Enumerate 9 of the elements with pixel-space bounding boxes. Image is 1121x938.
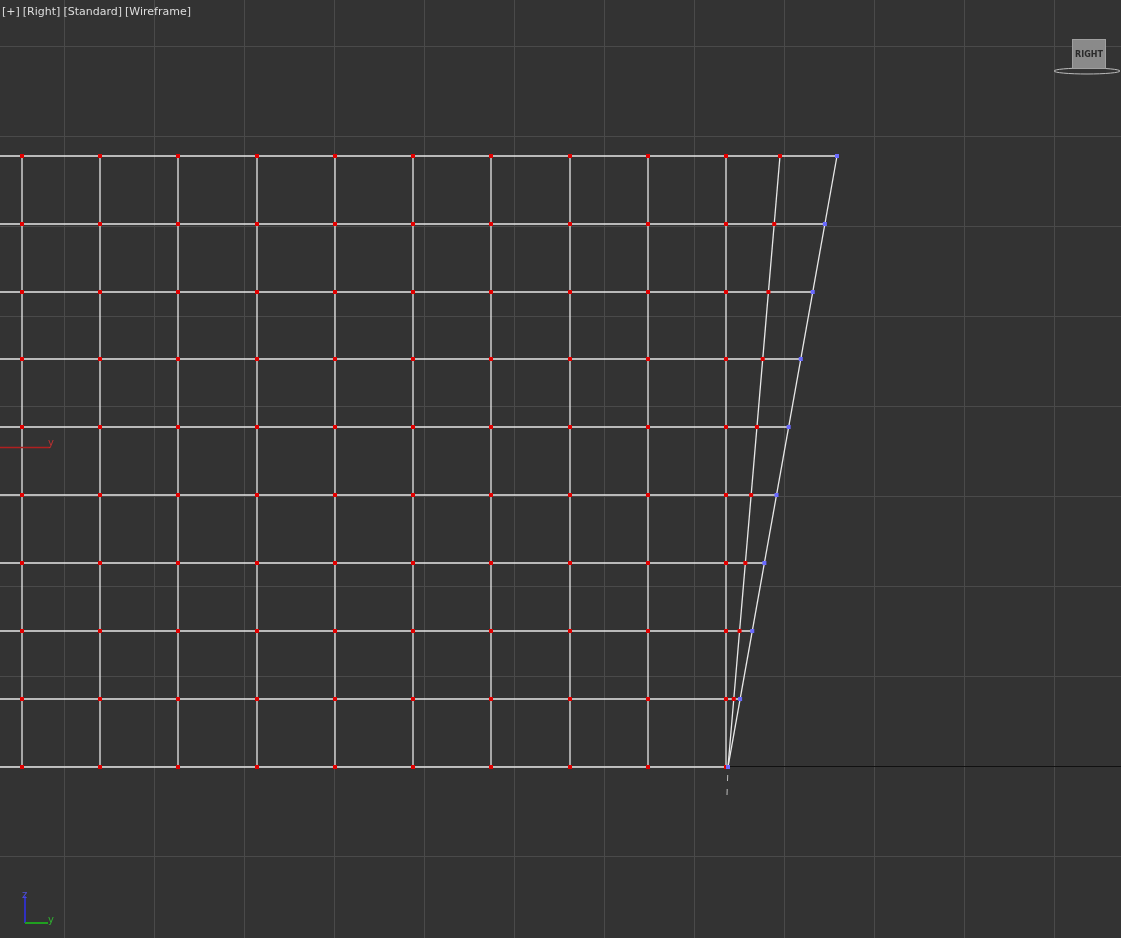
gizmo-z-label: z bbox=[22, 890, 28, 900]
viewport-menu-label[interactable]: [+] bbox=[2, 5, 20, 18]
viewport-menu-label[interactable]: [Wireframe] bbox=[125, 5, 191, 18]
view-cube[interactable]: RIGHT bbox=[1072, 39, 1106, 69]
gizmo-y-label: y bbox=[48, 915, 54, 925]
axis-line bbox=[0, 446, 51, 449]
axis-label: y bbox=[48, 438, 54, 448]
viewport-menu-label[interactable]: [Right] bbox=[22, 5, 61, 18]
viewport-menu-label[interactable]: [Standard] bbox=[63, 5, 122, 18]
